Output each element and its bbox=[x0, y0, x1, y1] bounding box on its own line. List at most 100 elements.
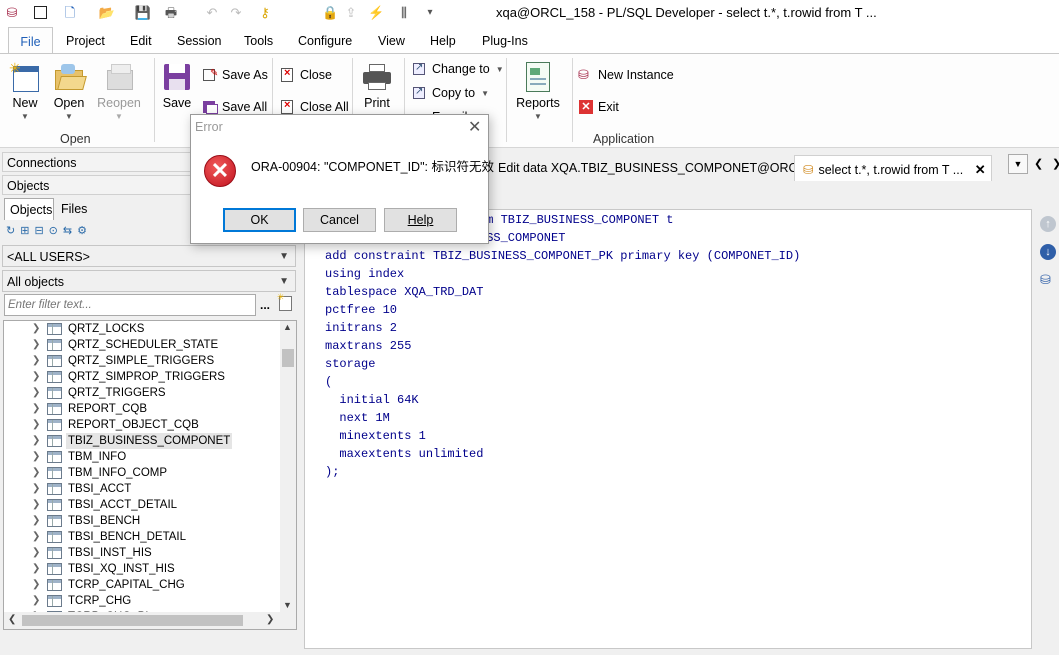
expand-arrow-icon[interactable]: ❯ bbox=[32, 593, 40, 609]
expand-arrow-icon[interactable]: ❯ bbox=[32, 529, 40, 545]
user-combo[interactable]: <ALL USERS> ▼ bbox=[2, 245, 296, 267]
menu-file[interactable]: File bbox=[8, 27, 53, 54]
expand-arrow-icon[interactable]: ❯ bbox=[32, 481, 40, 497]
db-icon[interactable]: ⛁ bbox=[4, 4, 20, 21]
print-button[interactable]: Print bbox=[360, 62, 394, 110]
save-all-button[interactable]: Save All bbox=[202, 100, 267, 114]
new-icon[interactable]: 🗋 bbox=[60, 4, 80, 21]
menu-configure[interactable]: Configure bbox=[298, 34, 352, 48]
close-button[interactable]: × Close bbox=[280, 67, 332, 82]
settings-icon[interactable]: ⚙ bbox=[77, 224, 87, 237]
expand-arrow-icon[interactable]: ❯ bbox=[32, 497, 40, 513]
expand-arrow-icon[interactable]: ❯ bbox=[32, 401, 40, 417]
refresh-icon[interactable]: ↻ bbox=[6, 224, 15, 237]
chevron-down-icon[interactable]: ▼ bbox=[283, 600, 292, 610]
tree-item[interactable]: ❯ TBSI_XQ_INST_HIS bbox=[4, 561, 284, 577]
expand-arrow-icon[interactable]: ❯ bbox=[32, 561, 40, 577]
expand-arrow-icon[interactable]: ❯ bbox=[32, 465, 40, 481]
tree-item[interactable]: ❯ REPORT_OBJECT_CQB bbox=[4, 417, 284, 433]
tab-objects[interactable]: Objects bbox=[4, 198, 54, 220]
ok-button[interactable]: OK bbox=[223, 208, 296, 232]
chevron-up-icon[interactable]: ▲ bbox=[283, 322, 292, 332]
change-to-button[interactable]: ↗ Change to ▼ bbox=[412, 62, 504, 76]
close-icon[interactable]: ✕ bbox=[975, 162, 986, 177]
sliders-icon[interactable]: ⫼ bbox=[396, 4, 412, 21]
tree-vscrollbar[interactable]: ▲ ▼ bbox=[280, 321, 296, 613]
tree-item[interactable]: ❯ QRTZ_SIMPLE_TRIGGERS bbox=[4, 353, 284, 369]
link-icon[interactable]: ⇆ bbox=[63, 224, 72, 237]
menu-tools[interactable]: Tools bbox=[244, 34, 273, 48]
chevron-left-icon[interactable]: ❮ bbox=[8, 614, 16, 625]
filter-input[interactable] bbox=[4, 294, 256, 316]
tree-item[interactable]: ❯ TCRP_CHG bbox=[4, 593, 284, 609]
scroll-thumb[interactable] bbox=[282, 349, 294, 367]
expand-arrow-icon[interactable]: ❯ bbox=[32, 513, 40, 529]
customize-icon[interactable]: ▾ bbox=[424, 4, 436, 21]
menu-session[interactable]: Session bbox=[177, 34, 221, 48]
expand-arrow-icon[interactable]: ❯ bbox=[32, 337, 40, 353]
tree-item[interactable]: ❯ QRTZ_SIMPROP_TRIGGERS bbox=[4, 369, 284, 385]
chevron-left-icon[interactable]: ❮ bbox=[1034, 157, 1043, 170]
sql-editor[interactable]: om TBIZ_BUSINESS_COMPONET t ISS_COMPONET a… bbox=[304, 209, 1032, 649]
tree-item[interactable]: ❯ TBSI_BENCH_DETAIL bbox=[4, 529, 284, 545]
tab-list-button[interactable]: ▼ bbox=[1008, 154, 1028, 174]
reopen-button[interactable]: Reopen ▼ bbox=[96, 62, 142, 121]
open-icon[interactable]: 📂 bbox=[96, 4, 118, 21]
lock-icon[interactable]: 🔒 bbox=[322, 4, 338, 21]
tree-item[interactable]: ❯ TBSI_ACCT bbox=[4, 481, 284, 497]
open-button[interactable]: Open ▼ bbox=[52, 62, 87, 121]
tab-files[interactable]: Files bbox=[61, 202, 87, 216]
stop-icon[interactable] bbox=[32, 4, 48, 21]
expand-arrow-icon[interactable]: ❯ bbox=[32, 353, 40, 369]
abort-icon[interactable]: ⚡ bbox=[368, 4, 384, 21]
tree-item[interactable]: ❯ QRTZ_LOCKS bbox=[4, 321, 284, 337]
filter-more-button[interactable]: ... bbox=[260, 298, 270, 312]
expand-arrow-icon[interactable]: ❯ bbox=[32, 385, 40, 401]
copy-to-button[interactable]: ↗ Copy to ▼ bbox=[412, 86, 489, 100]
menu-plugins[interactable]: Plug-Ins bbox=[482, 34, 528, 48]
hscroll-thumb[interactable] bbox=[22, 615, 243, 626]
tree-item[interactable]: ❯ TBSI_ACCT_DETAIL bbox=[4, 497, 284, 513]
new-instance-button[interactable]: ⛁ New Instance bbox=[578, 68, 674, 83]
tree-item[interactable]: ❯ QRTZ_SCHEDULER_STATE bbox=[4, 337, 284, 353]
tree-item[interactable]: ❯ TBSI_BENCH bbox=[4, 513, 284, 529]
expand-arrow-icon[interactable]: ❯ bbox=[32, 369, 40, 385]
tree-item[interactable]: ❯ TCRP_CAPITAL_CHG bbox=[4, 577, 284, 593]
collapse-icon[interactable]: ⊟ bbox=[34, 224, 43, 237]
reports-button[interactable]: Reports ▼ bbox=[514, 62, 562, 121]
tree-item[interactable]: ❯ TBSI_INST_HIS bbox=[4, 545, 284, 561]
expand-arrow-icon[interactable]: ❯ bbox=[32, 577, 40, 593]
print-icon[interactable]: 🖶 bbox=[160, 4, 182, 21]
tab-sql[interactable]: ⛁ select t.*, t.rowid from T ... ✕ bbox=[794, 155, 992, 181]
cancel-button[interactable]: Cancel bbox=[303, 208, 376, 232]
menu-help[interactable]: Help bbox=[430, 34, 456, 48]
objects-combo[interactable]: All objects ▼ bbox=[2, 270, 296, 292]
expand-arrow-icon[interactable]: ❯ bbox=[32, 449, 40, 465]
redo-icon[interactable]: ↷ bbox=[228, 4, 244, 21]
expand-arrow-icon[interactable]: ❯ bbox=[32, 417, 40, 433]
tree-item[interactable]: ❯ TBM_INFO bbox=[4, 449, 284, 465]
db-refresh-icon[interactable]: ⛁ bbox=[1040, 272, 1056, 288]
save-button[interactable]: Save bbox=[160, 62, 194, 110]
chevron-right-icon[interactable]: ❯ bbox=[266, 614, 274, 625]
tree-item[interactable]: ❯ TBM_INFO_COMP bbox=[4, 465, 284, 481]
new-button[interactable]: ✳ New ▼ bbox=[8, 61, 42, 121]
tab-edit-data[interactable]: Edit data XQA.TBIZ_BUSINESS_COMPONET@ORC… bbox=[474, 155, 832, 181]
tree-hscrollbar[interactable]: ❮ ❯ bbox=[4, 612, 296, 629]
arrow-down-icon[interactable]: ↓ bbox=[1040, 244, 1056, 260]
save-icon[interactable]: 💾 bbox=[134, 4, 152, 21]
expand-arrow-icon[interactable]: ❯ bbox=[32, 433, 40, 449]
menu-edit[interactable]: Edit bbox=[130, 34, 152, 48]
tree-item[interactable]: ❯ TBIZ_BUSINESS_COMPONET bbox=[4, 433, 284, 449]
help-button[interactable]: Help bbox=[384, 208, 457, 232]
save-as-button[interactable]: ✎ Save As bbox=[202, 68, 268, 82]
expand-arrow-icon[interactable]: ❯ bbox=[32, 545, 40, 561]
arrow-up-icon[interactable]: ↑ bbox=[1040, 216, 1056, 232]
exit-button[interactable]: ✕ Exit bbox=[578, 100, 619, 114]
key-icon[interactable]: ⚷ bbox=[256, 4, 274, 21]
unlock-icon[interactable]: ⇪ bbox=[344, 4, 358, 21]
expand-icon[interactable]: ⊞ bbox=[20, 224, 29, 237]
new-filter-icon[interactable]: ✳ bbox=[277, 292, 292, 311]
menu-project[interactable]: Project bbox=[66, 34, 105, 48]
tree-item[interactable]: ❯ QRTZ_TRIGGERS bbox=[4, 385, 284, 401]
